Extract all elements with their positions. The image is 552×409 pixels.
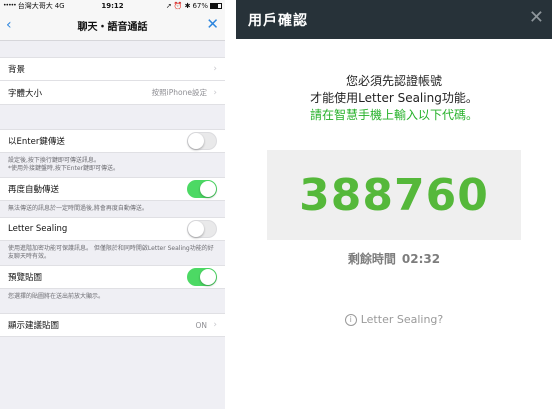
status-bar: ••••• 台灣大哥大 4G 19:12 ➚ ⏰ ✱ 67% [0,0,225,11]
back-chevron-icon[interactable]: ‹ [6,18,12,32]
toggle-knob [200,269,216,285]
auth-required-message: 您必須先認證帳號 [345,74,442,88]
remaining-time: 剩餘時間 02:32 [236,250,552,267]
letter-sealing-toggle[interactable] [187,220,217,238]
letter-sealing-description: 使用進階加密功能可保護訊息。 但僅限於和同時開啟Letter Sealing功能… [8,245,214,260]
letter-sealing-label: Letter Sealing [8,224,68,234]
auto-resend-toggle[interactable] [187,180,217,198]
remaining-time-value: 02:32 [401,252,441,266]
enter-send-description: 設定後,按下換行鍵即可傳送訊息。 *使用外接鍵盤時,按下Enter鍵即可傳送。 [8,157,120,172]
user-confirmation-dialog: 用戶確認 ✕ 您必須先認證帳號 才能使用Letter Sealing功能。 請在… [236,0,552,409]
preview-sticker-row: 預覽貼圖 [0,265,225,289]
suggest-sticker-label: 顯示建議貼圖 [8,321,60,331]
remaining-time-label: 剩餘時間 [347,252,396,266]
status-time: 19:12 [101,1,124,10]
chevron-right-icon: › [213,87,217,98]
enter-send-row: 以Enter鍵傳送 [0,129,225,153]
letter-sealing-row: Letter Sealing [0,217,225,241]
battery-icon [210,2,222,9]
font-size-value: 按照iPhone設定 [151,88,207,97]
close-icon[interactable]: ✕ [529,7,544,29]
close-icon[interactable]: ✕ [206,17,219,32]
section-gap [0,105,225,129]
info-icon: i [344,313,357,326]
preview-sticker-description: 您選擇的貼圖將在送出前放大顯示。 [8,293,105,300]
suggest-sticker-row[interactable]: 顯示建議貼圖 ON › [0,313,225,337]
chevron-right-icon: › [213,64,217,74]
font-size-row[interactable]: 字體大小 按照iPhone設定 › [0,81,225,105]
chevron-right-icon: › [213,320,217,330]
toggle-knob [188,133,204,149]
toggle-knob [200,181,216,197]
preview-sticker-label: 預覽貼圖 [8,273,43,283]
background-label: 背景 [8,65,26,75]
dialog-title: 用戶確認 [248,12,308,29]
auto-resend-row: 再度自動傳送 [0,177,225,201]
section-gap [0,41,225,57]
phone-settings-screen: ••••• 台灣大哥大 4G 19:12 ➚ ⏰ ✱ 67% ‹ 聊天・語音通話… [0,0,225,409]
letter-sealing-message: 才能使用Letter Sealing功能。 [310,91,478,105]
suggest-sticker-value: ON [195,320,207,330]
letter-sealing-help-link[interactable]: i Letter Sealing? [236,313,552,326]
verification-code: 388760 [299,169,489,221]
font-size-label: 字體大小 [8,88,43,99]
auto-resend-description: 無法傳送的訊息於一定時間過後,將會再度自動傳送。 [8,205,148,212]
auto-resend-label: 再度自動傳送 [8,185,60,195]
background-row[interactable]: 背景 › [0,57,225,81]
dialog-header: 用戶確認 ✕ [236,0,552,39]
enter-send-label: 以Enter鍵傳送 [8,137,65,147]
enter-code-instruction: 請在智慧手機上輸入以下代碼。 [309,108,478,122]
enter-send-toggle[interactable] [187,132,217,150]
section-gap [0,305,225,313]
help-link-text: Letter Sealing? [360,313,444,326]
preview-sticker-toggle[interactable] [187,268,217,286]
verification-code-box: 388760 [267,150,521,240]
battery-fill [211,3,218,8]
nav-bar: ‹ 聊天・語音通話 ✕ [0,11,225,41]
nav-title: 聊天・語音通話 [77,22,148,33]
toggle-knob [188,221,204,237]
